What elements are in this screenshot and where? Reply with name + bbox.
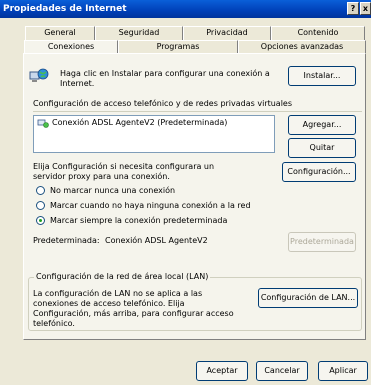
default-value: Conexión ADSL AgenteV2 xyxy=(105,236,208,245)
dialup-settings-button[interactable]: Configuración... xyxy=(282,162,356,182)
radio-dial-when-no-network-label: Marcar cuando no haya ninguna conexión a… xyxy=(50,201,251,210)
tab-general[interactable]: General xyxy=(25,26,95,40)
tab-conexiones[interactable]: Conexiones xyxy=(24,40,118,54)
lan-text: La configuración de LAN no se aplica a l… xyxy=(33,289,234,328)
dialup-divider xyxy=(33,111,362,112)
radio-never-dial-label: No marcar nunca una conexión xyxy=(50,186,176,195)
add-button[interactable]: Agregar... xyxy=(288,115,356,135)
tab-privacidad[interactable]: Privacidad xyxy=(183,26,271,40)
tab-programas[interactable]: Programas xyxy=(118,40,238,54)
radio-always-dial-default[interactable] xyxy=(36,216,45,225)
tab-row-front: Conexiones Programas Opciones avanzadas xyxy=(24,40,366,54)
radio-dial-when-no-network[interactable] xyxy=(36,201,45,210)
lan-group-label: Configuración de la red de área local (L… xyxy=(34,272,211,282)
cancel-button[interactable]: Cancelar xyxy=(256,361,308,381)
window-title: Propiedades de Internet xyxy=(3,4,127,14)
close-button[interactable]: x xyxy=(360,2,371,15)
ok-button[interactable]: Aceptar xyxy=(196,361,248,381)
title-bar: Propiedades de Internet ? x xyxy=(0,0,371,18)
network-globe-icon xyxy=(29,66,49,86)
install-button[interactable]: Instalar... xyxy=(288,66,356,86)
setup-text: Haga clic en Instalar para configurar un… xyxy=(60,69,270,88)
help-button[interactable]: ? xyxy=(347,2,359,15)
remove-button[interactable]: Quitar xyxy=(288,138,356,158)
radio-never-dial[interactable] xyxy=(36,186,45,195)
tab-contenido[interactable]: Contenido xyxy=(271,26,365,40)
radio-always-dial-default-label: Marcar siempre la conexión predeterminad… xyxy=(50,216,228,225)
lan-settings-button[interactable]: Configuración de LAN... xyxy=(258,288,358,308)
tab-row-back: General Seguridad Privacidad Contenido xyxy=(25,26,365,40)
apply-button[interactable]: Aplicar xyxy=(318,361,368,381)
set-default-button[interactable]: Predeterminada xyxy=(288,232,356,252)
tab-opciones-avanzadas[interactable]: Opciones avanzadas xyxy=(238,40,366,54)
connection-list[interactable]: Conexión ADSL AgenteV2 (Predeterminada) xyxy=(33,115,275,153)
dialup-group-label: Configuración de acceso telefónico y de … xyxy=(33,99,293,108)
default-label: Predeterminada: xyxy=(33,236,100,245)
tab-seguridad[interactable]: Seguridad xyxy=(95,26,183,40)
connection-item[interactable]: Conexión ADSL AgenteV2 (Predeterminada) xyxy=(52,118,272,128)
proxy-text: Elija Configuración si necesita configur… xyxy=(33,162,215,181)
dialup-connection-icon xyxy=(37,118,49,129)
